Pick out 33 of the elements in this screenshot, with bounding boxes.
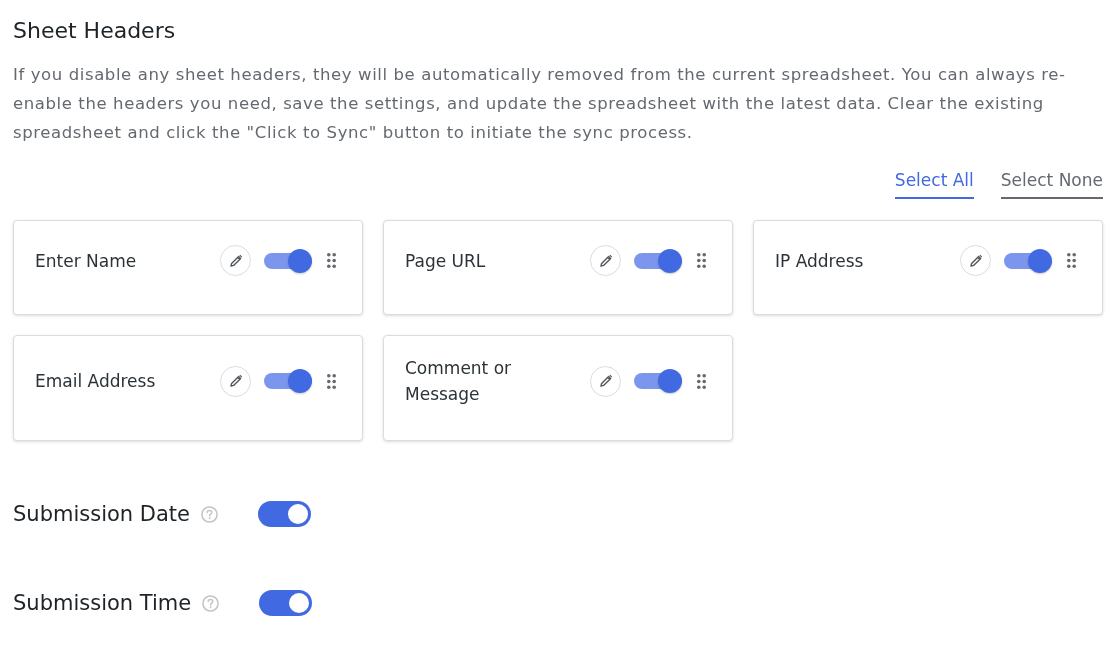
header-label: Page URL	[405, 249, 486, 273]
toggle-switch[interactable]	[264, 248, 312, 273]
pencil-icon	[598, 374, 613, 388]
toggle-switch[interactable]	[1004, 248, 1052, 273]
pencil-icon	[968, 253, 983, 268]
drag-handle-icon[interactable]	[697, 373, 706, 389]
pencil-icon	[598, 253, 613, 268]
header-label: IP Address	[775, 249, 864, 273]
pencil-icon	[228, 374, 243, 388]
toggle-switch[interactable]	[634, 248, 682, 273]
drag-handle-icon[interactable]	[1067, 253, 1076, 268]
toggle-switch[interactable]	[259, 590, 313, 616]
header-label: Comment or Message	[405, 357, 513, 406]
edit-button[interactable]	[590, 365, 621, 397]
setting-label: Submission Date	[13, 501, 190, 527]
edit-button[interactable]	[960, 245, 991, 276]
edit-button[interactable]	[220, 365, 251, 397]
edit-button[interactable]	[590, 245, 621, 276]
edit-button[interactable]	[220, 245, 251, 276]
section-title: Sheet Headers	[13, 17, 177, 45]
drag-handle-icon[interactable]	[327, 253, 336, 268]
select-link[interactable]: Select All	[894, 169, 974, 199]
setting-label: Submission Time	[13, 590, 192, 616]
description-text: If you disable any sheet headers, they will be automatically removed from the current spreadsheet. You can always re-enable the headers you need, save the settings, and update the spreadsheet with the latest data. Clear the existing spreadsheet and click the "Click to Sync" button to initiate the sync process.	[13, 64, 1067, 144]
toggle-switch[interactable]	[634, 369, 682, 393]
pencil-icon	[228, 253, 243, 268]
toggle-switch[interactable]	[258, 501, 311, 527]
header-label: Email Address	[35, 370, 156, 393]
drag-handle-icon[interactable]	[697, 253, 706, 268]
header-label: Enter Name	[35, 249, 137, 273]
toggle-switch[interactable]	[264, 369, 312, 393]
select-link[interactable]: Select None	[1000, 169, 1103, 199]
drag-handle-icon[interactable]	[327, 373, 336, 389]
